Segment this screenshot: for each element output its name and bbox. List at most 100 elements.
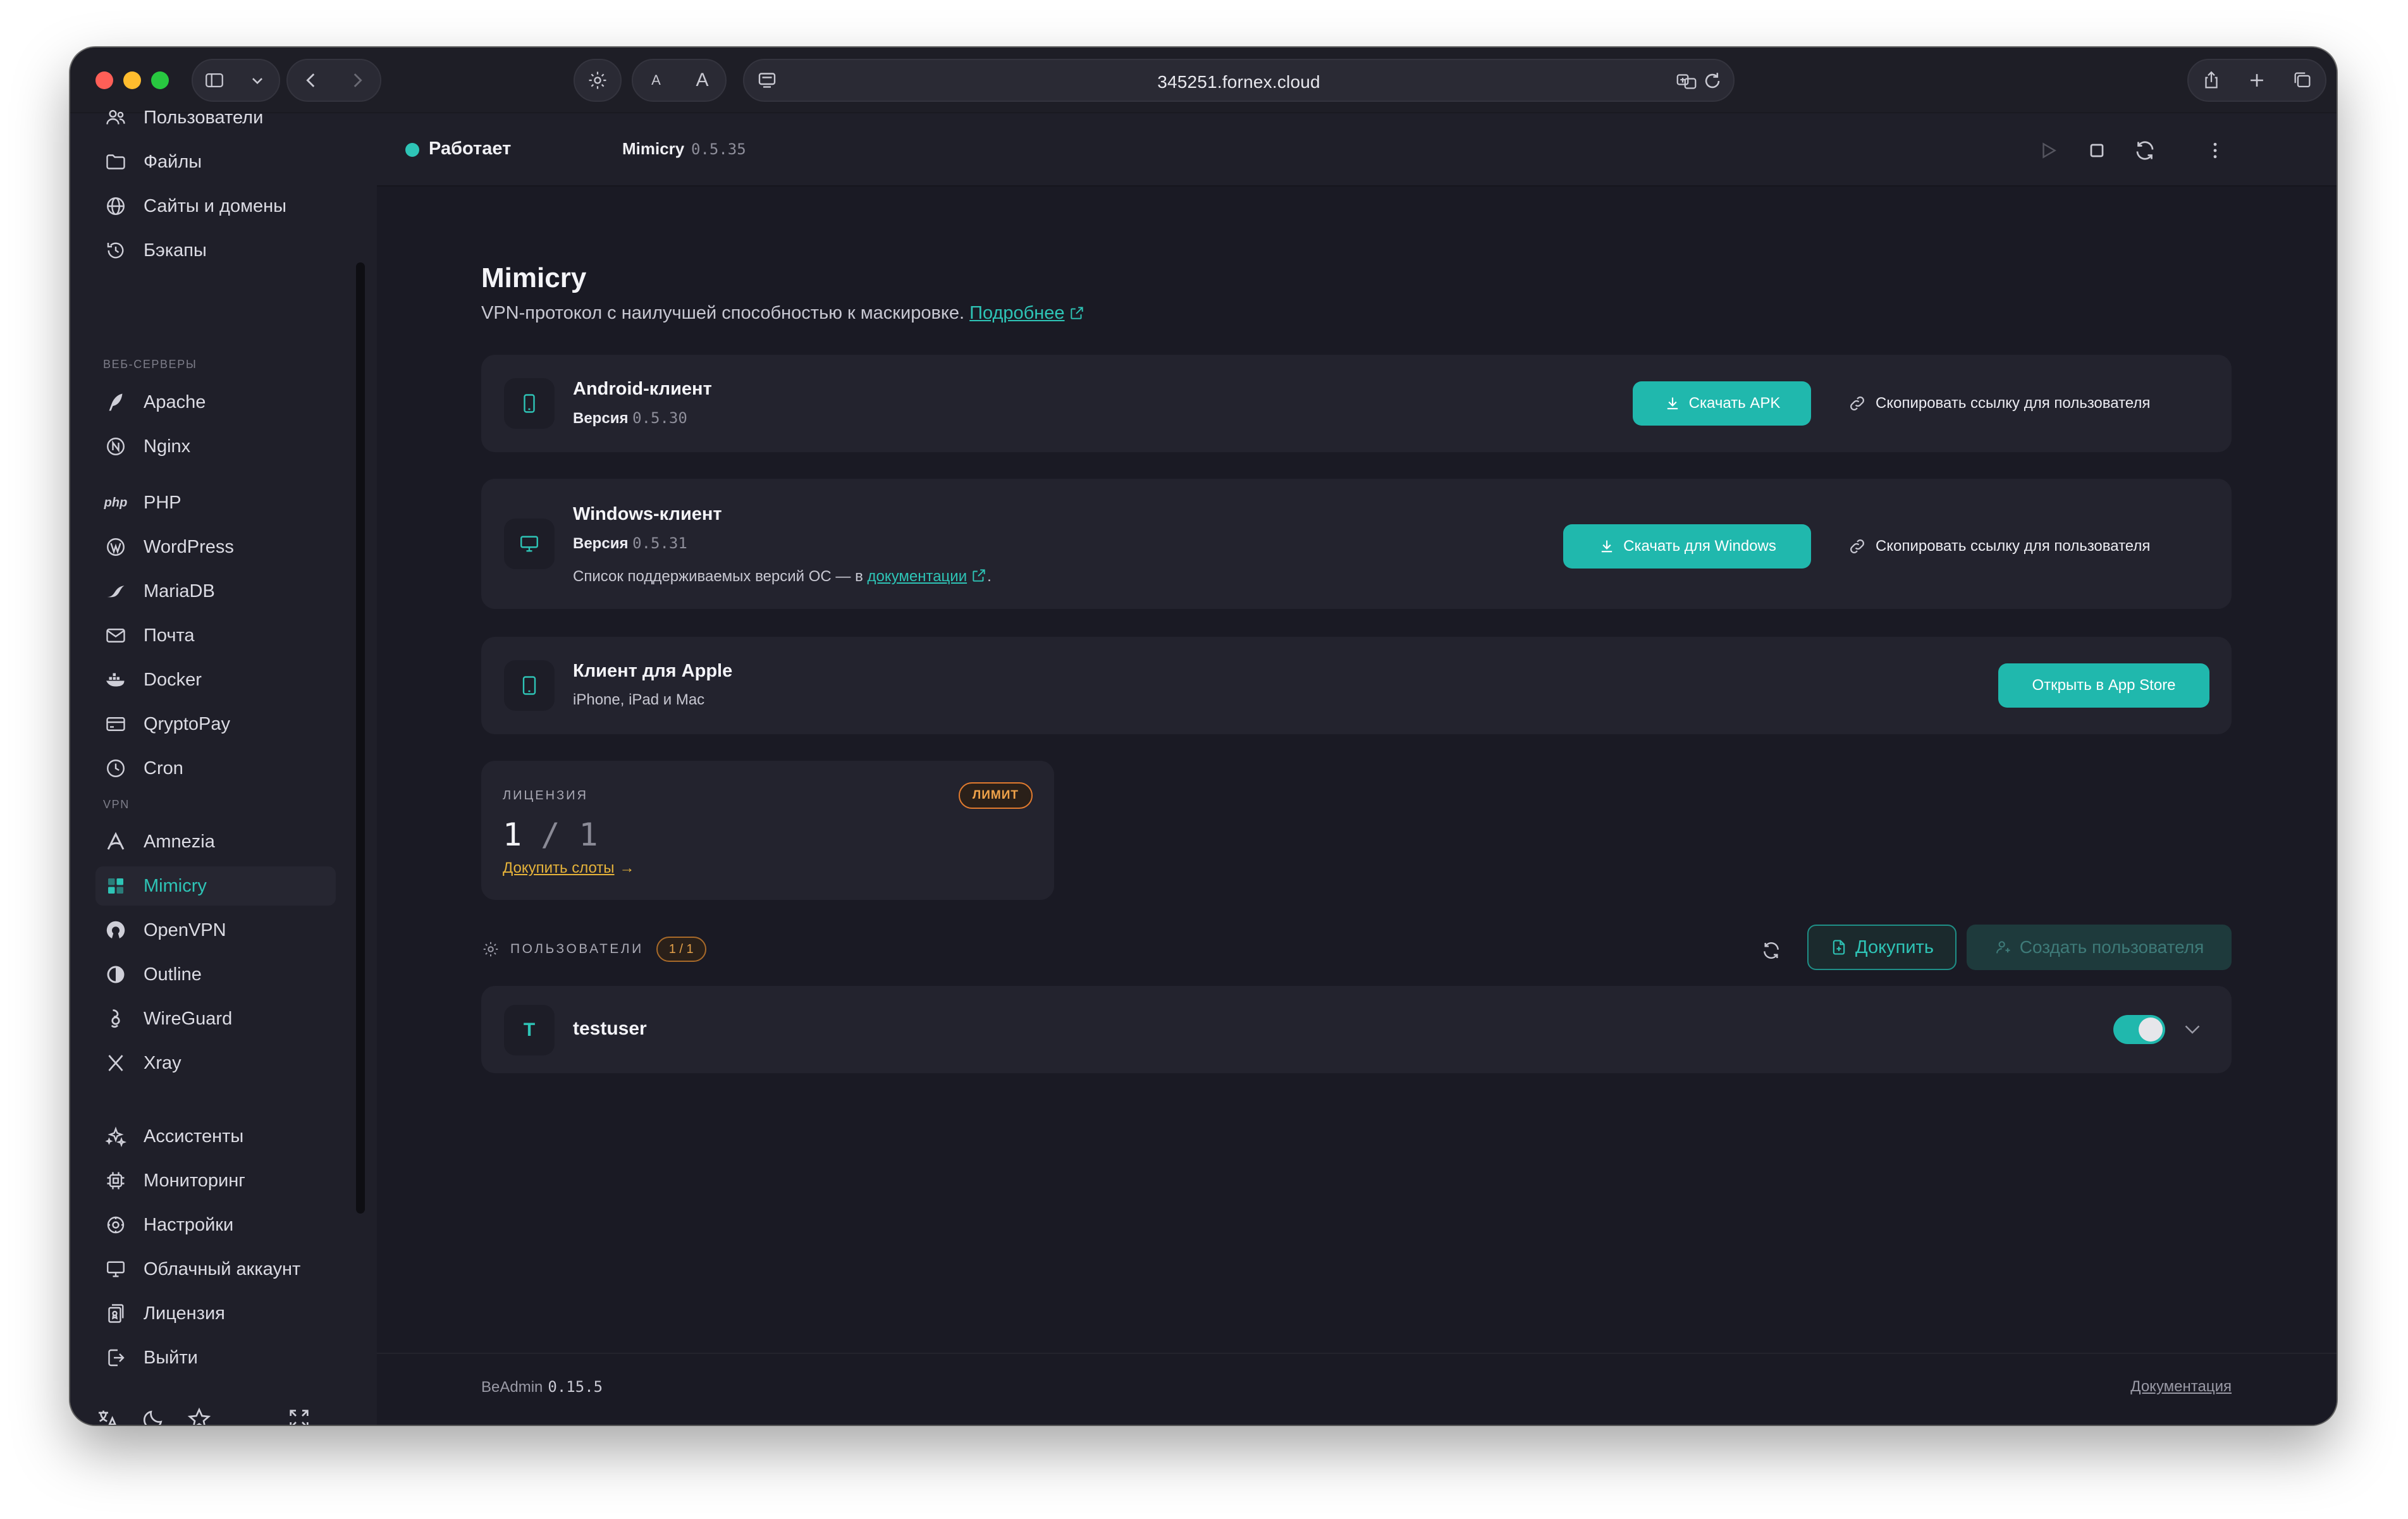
translate-icon[interactable]: [95, 1405, 121, 1425]
license-icon: [102, 1300, 130, 1327]
version-value: 0.5.30: [632, 409, 687, 427]
sidebar-item-nginx[interactable]: Nginx: [95, 427, 336, 466]
copy-windows-link-button[interactable]: Скопировать ссылку для пользователя: [1848, 524, 2150, 569]
sidebar-item-license[interactable]: Лицензия: [95, 1294, 336, 1333]
create-user-button[interactable]: Создать пользователя: [1967, 925, 2232, 970]
sidebar-item-openvpn[interactable]: OpenVPN: [95, 911, 336, 950]
text-larger-button[interactable]: A: [685, 63, 720, 98]
sidebar-item-files[interactable]: Файлы: [95, 142, 336, 181]
sidebar-item-sites[interactable]: Сайты и домены: [95, 187, 336, 226]
open-app-store-button[interactable]: Открыть в App Store: [1998, 663, 2209, 708]
sidebar-item-wordpress[interactable]: WordPress: [95, 527, 336, 567]
apple-client-card: Клиент для Apple iPhone, iPad и Mac Откр…: [481, 637, 2232, 734]
main-content: Работает Mimicry 0.5.35 Mimicry VPN-прот…: [377, 113, 2337, 1425]
subtitle-text: VPN-протокол с наилучшей способностью к …: [481, 303, 965, 323]
text-smaller-button[interactable]: A: [639, 63, 674, 98]
sidebar-item-label: Почта: [144, 625, 195, 646]
sidebar-item-logout[interactable]: Выйти: [95, 1338, 336, 1377]
sidebar-item-amnezia[interactable]: Amnezia: [95, 822, 336, 861]
more-link[interactable]: Подробнее: [969, 303, 1064, 323]
logout-icon: [102, 1344, 130, 1372]
reload-icon[interactable]: [1702, 70, 1723, 92]
sidebar-item-cloud-account[interactable]: Облачный аккаунт: [95, 1250, 336, 1289]
os-support-note: Список поддерживаемых версий ОС — в доку…: [573, 567, 992, 586]
browser-window: A A 345251.fornex.cloud Пользователи Фай…: [70, 47, 2337, 1425]
sidebar-item-mail[interactable]: Почта: [95, 616, 336, 655]
sidebar-item-label: Nginx: [144, 436, 191, 457]
chevron-down-icon[interactable]: [240, 63, 275, 98]
sidebar-item-xray[interactable]: Xray: [95, 1043, 336, 1083]
sidebar-scrollbar[interactable]: [356, 262, 365, 1214]
copy-android-link-button[interactable]: Скопировать ссылку для пользователя: [1848, 381, 2150, 426]
sidebar-item-cron[interactable]: Cron: [95, 749, 336, 788]
link-label: Докупить слоты: [503, 859, 615, 876]
download-apk-button[interactable]: Скачать APK: [1633, 381, 1811, 426]
xray-icon: [102, 1049, 130, 1077]
fullscreen-icon[interactable]: [286, 1405, 312, 1425]
gear-icon[interactable]: [580, 63, 615, 98]
more-menu-icon[interactable]: [2201, 136, 2230, 165]
buy-slots-link[interactable]: Докупить слоты →: [503, 859, 635, 877]
moon-icon[interactable]: [141, 1405, 166, 1425]
close-window-button[interactable]: [95, 71, 113, 89]
buy-more-button[interactable]: Докупить: [1807, 925, 1956, 970]
user-row[interactable]: T testuser: [481, 986, 2232, 1073]
window-actions-group: [2187, 59, 2326, 102]
download-icon: [1667, 397, 1678, 410]
status-dot: [405, 143, 419, 157]
mariadb-icon: [102, 577, 130, 605]
docs-link[interactable]: документации: [868, 568, 968, 585]
sidebar-item-label: MariaDB: [144, 581, 215, 601]
sidebar-item-wireguard[interactable]: WireGuard: [95, 999, 336, 1038]
sidebar-item-assistants[interactable]: Ассистенты: [95, 1117, 336, 1156]
monitor-icon: [504, 519, 555, 569]
user-enabled-toggle[interactable]: [2113, 1015, 2165, 1044]
tabs-overview-icon[interactable]: [2285, 63, 2320, 98]
translate-icon[interactable]: [1675, 70, 1698, 93]
note-text: Список поддерживаемых версий ОС — в: [573, 568, 863, 585]
monitor-icon: [102, 1255, 130, 1283]
star-icon[interactable]: [187, 1405, 212, 1425]
sidebar-item-settings[interactable]: Настройки: [95, 1205, 336, 1245]
address-bar[interactable]: 345251.fornex.cloud: [743, 59, 1735, 102]
new-tab-icon[interactable]: [2239, 63, 2275, 98]
sidebar-item-docker[interactable]: Docker: [95, 660, 336, 699]
android-client-card: Android-клиент Версия 0.5.30 Скачать APK…: [481, 355, 2232, 452]
toggle-knob: [2139, 1018, 2163, 1042]
sidebar-item-label: Пользователи: [144, 107, 264, 128]
sidebar-item-mariadb[interactable]: MariaDB: [95, 572, 336, 611]
share-icon[interactable]: [2194, 63, 2229, 98]
back-icon[interactable]: [293, 63, 329, 98]
forward-icon[interactable]: [340, 63, 375, 98]
restart-icon[interactable]: [2130, 136, 2159, 165]
sidebar-item-php[interactable]: php PHP: [95, 483, 336, 522]
minimize-window-button[interactable]: [123, 71, 141, 89]
stop-icon[interactable]: [2082, 136, 2111, 165]
sidebar-item-label: Amnezia: [144, 831, 215, 852]
sidebar-item-qryptopay[interactable]: QryptoPay: [95, 704, 336, 744]
sidebar-item-label: PHP: [144, 492, 181, 513]
license-label: ЛИЦЕНЗИЯ: [503, 789, 588, 803]
chevron-down-icon[interactable]: [2181, 1018, 2206, 1043]
settings-group: [574, 59, 622, 102]
sidebar-item-apache[interactable]: Apache: [95, 383, 336, 422]
refresh-users-icon[interactable]: [1759, 938, 1784, 963]
sidebar-item-label: Cron: [144, 758, 183, 778]
license-count: 1 / 1: [503, 816, 598, 853]
sidebar-item-label: Xray: [144, 1052, 181, 1073]
download-windows-button[interactable]: Скачать для Windows: [1563, 524, 1811, 569]
sidebar-item-label: Бэкапы: [144, 240, 207, 261]
sidebar-item-backups[interactable]: Бэкапы: [95, 231, 336, 270]
sidebar-item-users[interactable]: Пользователи: [95, 98, 336, 137]
sidebar-item-outline[interactable]: Outline: [95, 955, 336, 994]
wordpress-icon: [102, 533, 130, 561]
sidebar-item-mimicry[interactable]: Mimicry: [95, 866, 336, 906]
zoom-window-button[interactable]: [151, 71, 169, 89]
sidebar-toggle-icon[interactable]: [197, 63, 232, 98]
documentation-link[interactable]: Документация: [2130, 1378, 2232, 1396]
sidebar-item-monitoring[interactable]: Мониторинг: [95, 1161, 336, 1200]
play-icon[interactable]: [2034, 136, 2063, 165]
service-version: 0.5.35: [691, 140, 746, 158]
sidebar-item-label: Outline: [144, 964, 202, 985]
footer-version: BeAdmin 0.15.5: [481, 1378, 603, 1396]
